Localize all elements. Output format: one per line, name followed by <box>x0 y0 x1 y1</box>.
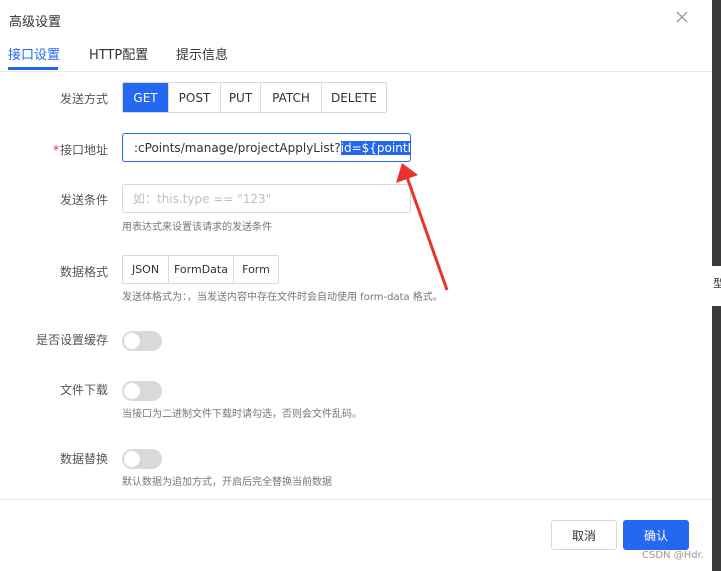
method-option-patch[interactable]: PATCH <box>260 83 321 112</box>
format-option-form[interactable]: Form <box>233 256 278 283</box>
method-option-post[interactable]: POST <box>168 83 220 112</box>
replace-label: 数据替换 <box>59 452 108 466</box>
url-label-text: 接口地址 <box>59 143 108 157</box>
method-segmented: GET POST PUT PATCH DELETE <box>122 82 387 113</box>
url-input-text: :cPoints/manage/projectApplyList? <box>134 140 341 155</box>
condition-placeholder: 如：this.type == "123" <box>133 192 272 206</box>
download-switch[interactable] <box>122 381 162 401</box>
replace-hint: 默认数据为追加方式，开启后完全替换当前数据 <box>122 477 332 488</box>
condition-label: 发送条件 <box>59 193 108 207</box>
condition-hint: 用表达式来设置该请求的发送条件 <box>122 222 272 233</box>
method-option-get[interactable]: GET <box>123 83 168 112</box>
tab-bar: 接口设置 HTTP配置 提示信息 <box>0 42 712 72</box>
method-label: 发送方式 <box>59 92 108 106</box>
data-format-segmented: JSON FormData Form <box>122 255 279 284</box>
download-label: 文件下载 <box>59 383 108 397</box>
tab-tip-info[interactable]: 提示信息 <box>176 44 228 63</box>
switch-knob <box>124 333 140 349</box>
background-window-glyph: 型 <box>713 277 721 290</box>
condition-input[interactable]: 如：this.type == "123" <box>122 184 411 213</box>
background-window-edge: 型 <box>712 0 721 571</box>
replace-switch[interactable] <box>122 449 162 469</box>
cache-switch[interactable] <box>122 331 162 351</box>
method-option-delete[interactable]: DELETE <box>321 83 386 112</box>
required-mark: * <box>52 143 59 157</box>
close-icon[interactable] <box>673 8 691 26</box>
footer-divider <box>0 499 712 500</box>
watermark: CSDN @Hdr. <box>642 550 704 561</box>
format-option-formdata[interactable]: FormData <box>168 256 233 283</box>
tab-http-config[interactable]: HTTP配置 <box>89 44 148 63</box>
dialog-title: 高级设置 <box>9 15 62 30</box>
data-format-label: 数据格式 <box>59 265 108 279</box>
switch-knob <box>124 383 140 399</box>
switch-knob <box>124 451 140 467</box>
tab-interface-settings[interactable]: 接口设置 <box>8 44 60 63</box>
active-tab-indicator <box>8 67 58 70</box>
method-option-put[interactable]: PUT <box>220 83 260 112</box>
cache-label: 是否设置缓存 <box>35 333 108 347</box>
format-option-json[interactable]: JSON <box>123 256 168 283</box>
download-hint: 当接口为二进制文件下载时请勾选，否则会文件乱码。 <box>122 409 362 420</box>
confirm-button[interactable]: 确认 <box>623 520 689 550</box>
data-format-hint: 发送体格式为：，当发送内容中存在文件时会自动使用 form-data 格式。 <box>122 292 443 303</box>
cancel-button[interactable]: 取消 <box>551 520 617 550</box>
url-label: *接口地址 <box>0 141 108 158</box>
url-selected-text: id=${pointId} <box>340 140 410 155</box>
url-input[interactable]: :cPoints/manage/projectApplyList? id=${po… <box>122 133 411 162</box>
advanced-settings-dialog: 高级设置 接口设置 HTTP配置 提示信息 发送方式 GET POST PUT … <box>0 0 712 571</box>
